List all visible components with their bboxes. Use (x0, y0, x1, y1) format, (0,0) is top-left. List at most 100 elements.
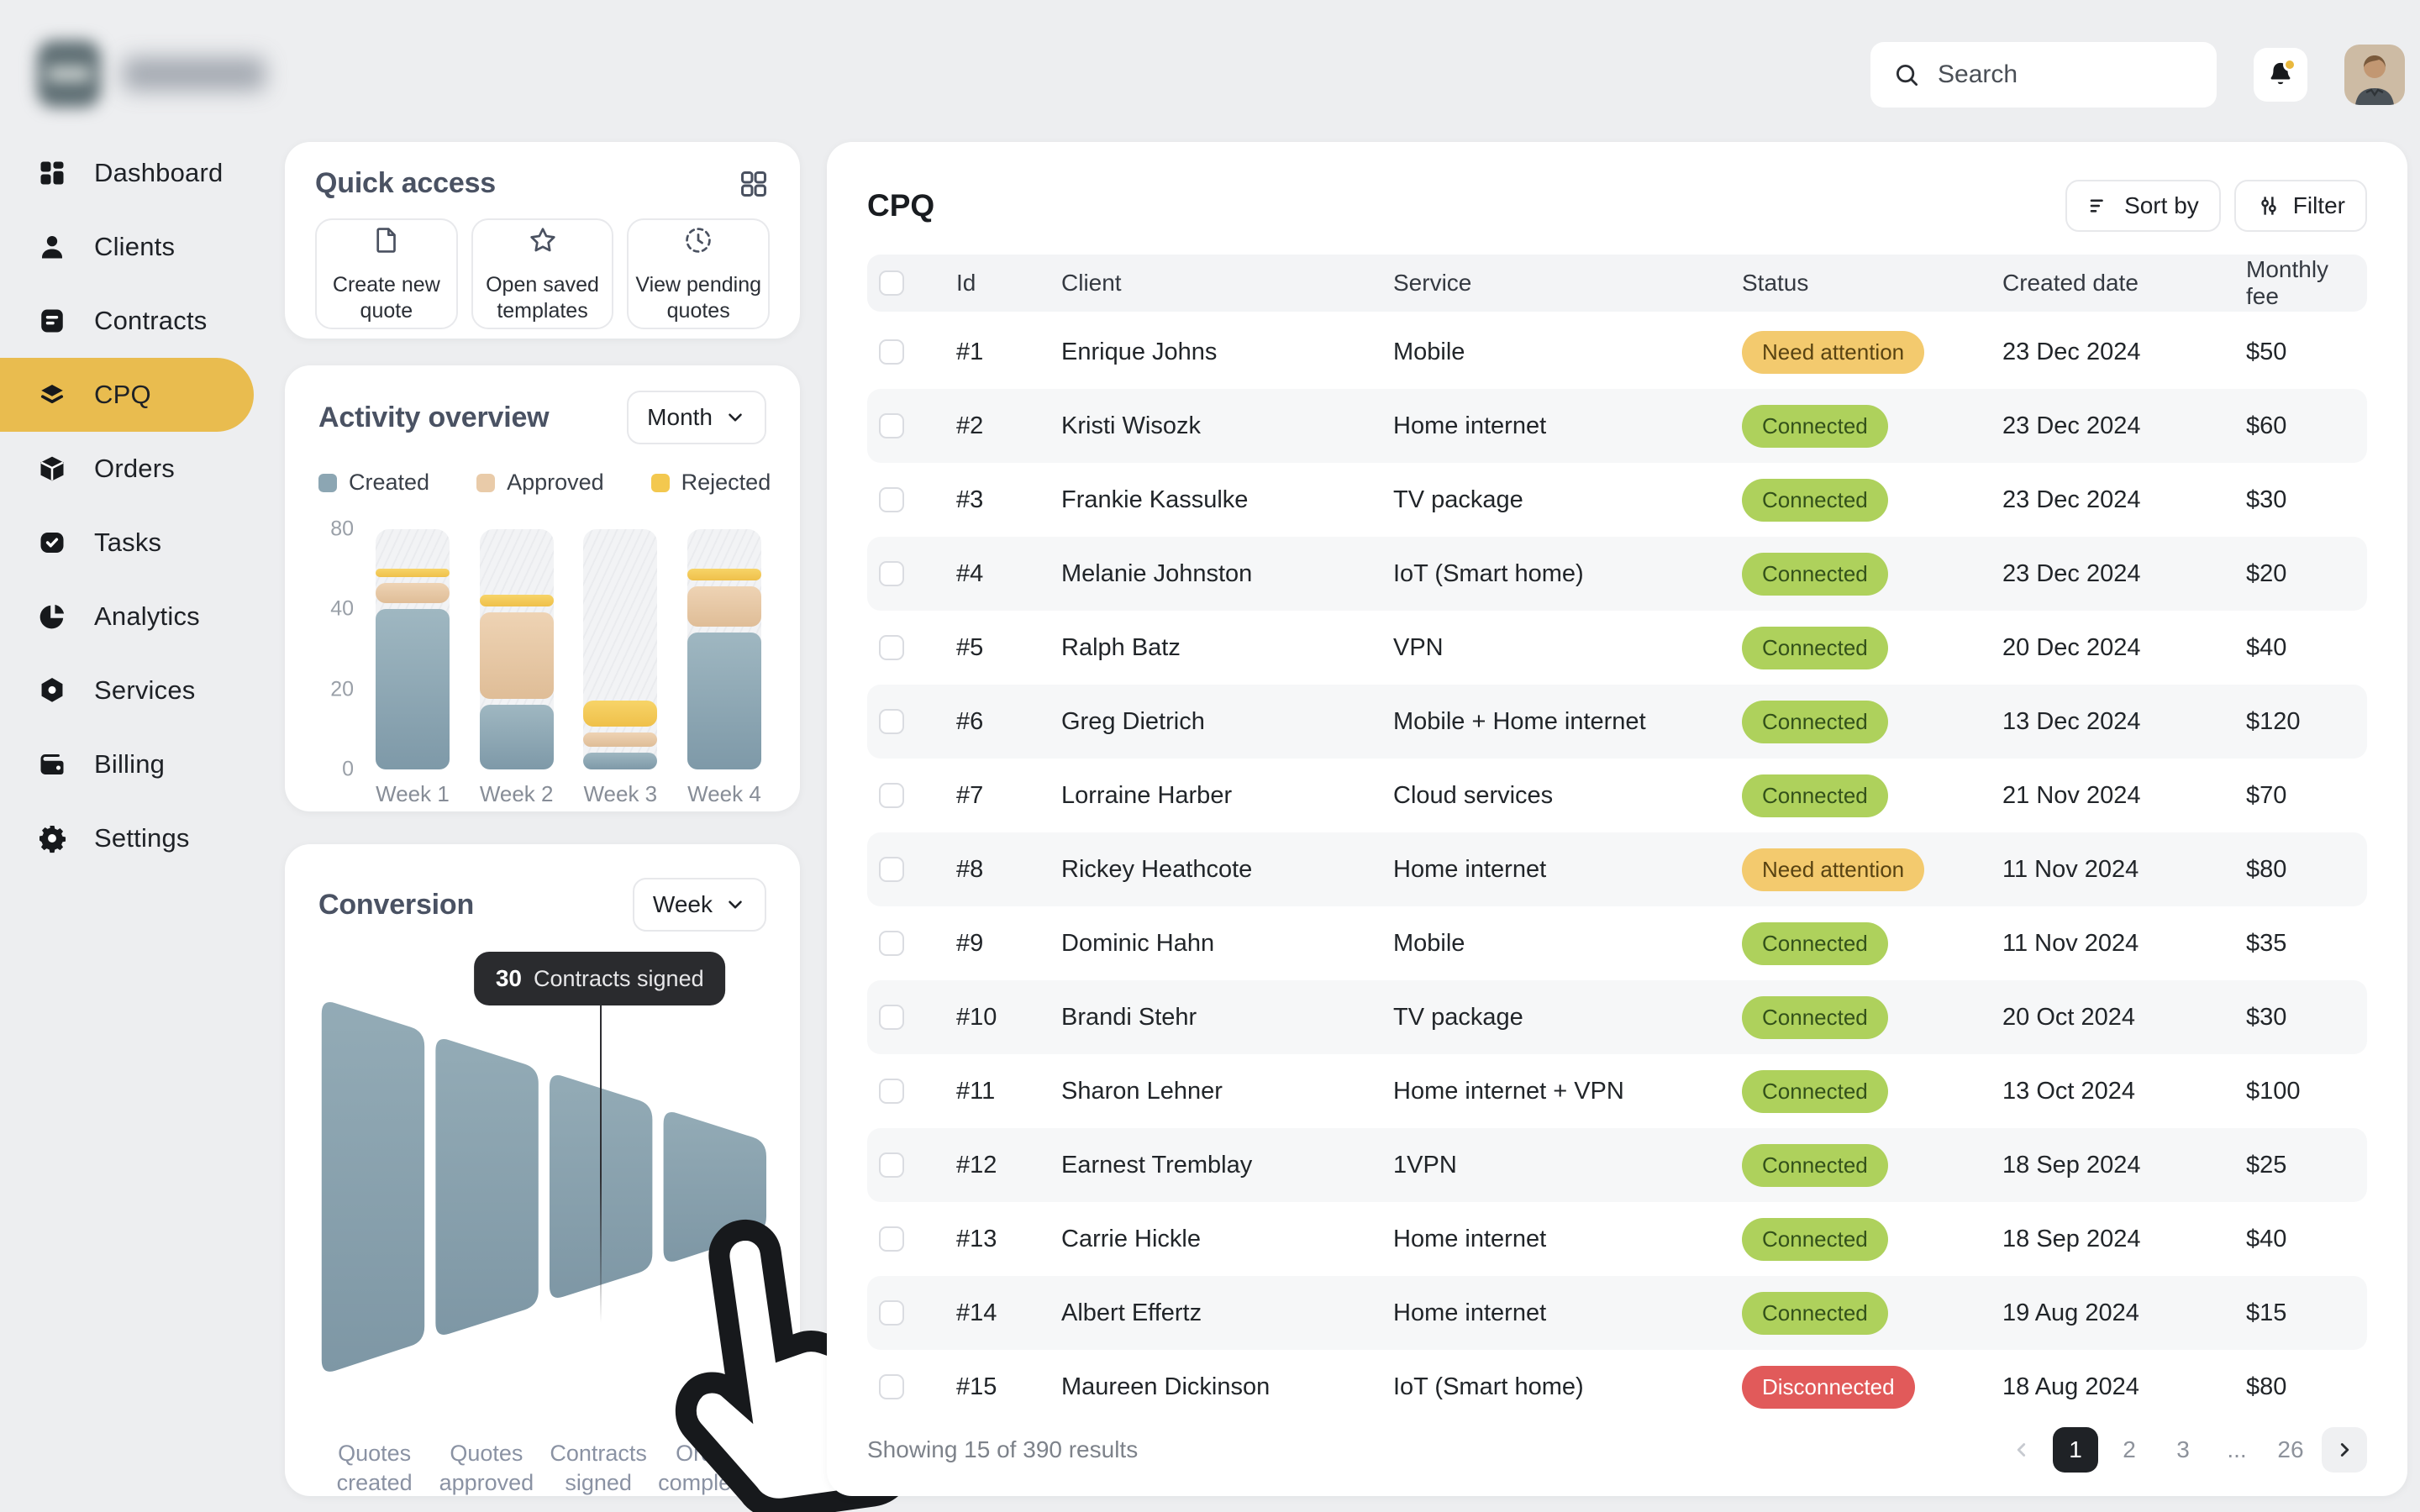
funnel-stage-quotes-created[interactable] (321, 1002, 425, 1372)
table-row[interactable]: #5 Ralph Batz VPN Connected 20 Dec 2024 $40 (867, 611, 2367, 685)
table-row[interactable]: #2 Kristi Wisozk Home internet Connected 23 … (867, 389, 2367, 463)
pagination-page-3[interactable]: 3 (2160, 1427, 2206, 1473)
filter-button[interactable]: Filter (2233, 180, 2367, 232)
table-row[interactable]: #3 Frankie Kassulke TV package Connected 23 … (867, 463, 2367, 537)
conversion-period-select[interactable]: Week (632, 878, 766, 932)
row-checkbox[interactable] (879, 709, 904, 734)
quick-access-card: Quick access Create new quote Open saved … (285, 142, 800, 339)
row-checkbox[interactable] (879, 1005, 904, 1030)
activity-period-select[interactable]: Month (627, 391, 766, 444)
table-row[interactable]: #12 Earnest Tremblay 1VPN Connected 18 Sep 2… (867, 1128, 2367, 1202)
quick-access-actions: Create new quote Open saved templates View… (315, 218, 771, 329)
quick-action-view-pending-quotes[interactable]: View pending quotes (627, 218, 771, 329)
table-row[interactable]: #6 Greg Dietrich Mobile + Home internet Con… (867, 685, 2367, 759)
table-row[interactable]: #11 Sharon Lehner Home internet + VPN Conne… (867, 1054, 2367, 1128)
cell-monthly-fee: $30 (2246, 1003, 2287, 1031)
row-checkbox[interactable] (879, 1152, 904, 1178)
sidebar-item-tasks[interactable]: Tasks (0, 506, 254, 580)
cell-status: Need attention (1742, 330, 2002, 374)
sidebar-item-billing[interactable]: Billing (0, 727, 254, 801)
cell-client: Lorraine Harber (1061, 781, 1233, 809)
row-checkbox[interactable] (879, 1300, 904, 1326)
legend-label: Rejected (681, 470, 771, 495)
sort-button[interactable]: Sort by (2065, 180, 2221, 232)
cell-created-date: 18 Aug 2024 (2002, 1373, 2139, 1400)
sidebar-item-clients[interactable]: Clients (0, 210, 254, 284)
table-row[interactable]: #15 Maureen Dickinson IoT (Smart home) Disc… (867, 1350, 2367, 1424)
activity-y-axis: 80 40 20 0 (318, 517, 357, 781)
row-checkbox[interactable] (879, 1079, 904, 1104)
cell-id: #5 (956, 633, 984, 661)
bar-segment-created[interactable] (479, 705, 554, 769)
table-row[interactable]: #10 Brandi Stehr TV package Connected 20 Oct… (867, 980, 2367, 1054)
bar-segment-created[interactable] (687, 633, 761, 769)
bar-segment-approved[interactable] (479, 612, 554, 699)
table-row[interactable]: #14 Albert Effertz Home internet Connected 1… (867, 1276, 2367, 1350)
table-row[interactable]: #9 Dominic Hahn Mobile Connected 11 Nov 2024… (867, 906, 2367, 980)
cell-created-date: 18 Sep 2024 (2002, 1151, 2141, 1179)
notifications-button[interactable] (2254, 48, 2307, 102)
pagination-prev-button[interactable] (1999, 1427, 2044, 1473)
funnel-stage-quotes-approved[interactable] (435, 1039, 539, 1335)
bar-segment-created[interactable] (376, 609, 450, 769)
cell-monthly-fee: $40 (2246, 1225, 2287, 1252)
row-checkbox[interactable] (879, 1226, 904, 1252)
pagination-page-2[interactable]: 2 (2107, 1427, 2152, 1473)
quick-action-create-new-quote[interactable]: Create new quote (315, 218, 458, 329)
sidebar-item-contracts[interactable]: Contracts (0, 284, 254, 358)
cell-client: Melanie Johnston (1061, 559, 1253, 587)
status-badge: Connected (1742, 626, 1888, 669)
avatar-image (2344, 45, 2405, 105)
bar-segment-approved[interactable] (583, 732, 658, 747)
table-row[interactable]: #1 Enrique Johns Mobile Need attention 23 De… (867, 315, 2367, 389)
table-row[interactable]: #4 Melanie Johnston IoT (Smart home) Connec… (867, 537, 2367, 611)
cell-client: Kristi Wisozk (1061, 412, 1201, 439)
search-input[interactable] (1936, 60, 2195, 90)
bar-segment-rejected[interactable] (479, 595, 554, 606)
bar-segment-rejected[interactable] (376, 569, 450, 577)
pagination-page-26[interactable]: 26 (2268, 1427, 2313, 1473)
row-checkbox[interactable] (879, 783, 904, 808)
bar-segment-rejected[interactable] (687, 569, 761, 580)
row-checkbox[interactable] (879, 857, 904, 882)
row-checkbox[interactable] (879, 635, 904, 660)
sidebar-item-settings[interactable]: Settings (0, 801, 254, 875)
row-checkbox[interactable] (879, 413, 904, 438)
conversion-funnel: 30 Contracts signed (318, 952, 916, 1512)
bar-segment-approved[interactable] (376, 583, 450, 603)
cell-status: Need attention (1742, 848, 2002, 891)
bar-segment-approved[interactable] (687, 586, 761, 627)
row-checkbox[interactable] (879, 1374, 904, 1399)
sidebar-item-label: CPQ (94, 380, 151, 409)
cpq-table-card: CPQ Sort by Filter Id Client Service Status… (827, 142, 2407, 1496)
bar-segment-created[interactable] (583, 753, 658, 769)
select-all-checkbox[interactable] (879, 270, 904, 296)
row-checkbox[interactable] (879, 339, 904, 365)
pagination-next-button[interactable] (2322, 1427, 2367, 1473)
row-checkbox[interactable] (879, 931, 904, 956)
quick-action-open-saved-templates[interactable]: Open saved templates (471, 218, 614, 329)
pagination-page-1[interactable]: 1 (2053, 1427, 2098, 1473)
sidebar-item-services[interactable]: Services (0, 654, 254, 727)
bar-track (583, 529, 658, 769)
bar-segment-rejected[interactable] (583, 701, 658, 727)
cell-created-date: 20 Dec 2024 (2002, 633, 2141, 661)
table-row[interactable]: #13 Carrie Hickle Home internet Connected 18… (867, 1202, 2367, 1276)
cell-id: #1 (956, 338, 984, 365)
search-bar[interactable] (1870, 42, 2217, 108)
bar-column-week-4: Week 4 (687, 529, 761, 807)
sidebar-item-dashboard[interactable]: Dashboard (0, 136, 254, 210)
conversion-title: Conversion (318, 888, 475, 921)
sidebar-item-cpq[interactable]: CPQ (0, 358, 254, 432)
row-checkbox[interactable] (879, 561, 904, 586)
table-row[interactable]: #7 Lorraine Harber Cloud services Connected… (867, 759, 2367, 832)
sidebar-item-orders[interactable]: Orders (0, 432, 254, 506)
activity-period-value: Month (647, 404, 713, 430)
row-checkbox[interactable] (879, 487, 904, 512)
sidebar-item-analytics[interactable]: Analytics (0, 580, 254, 654)
sidebar-item-label: Billing (94, 749, 166, 779)
user-avatar[interactable] (2344, 45, 2405, 105)
table-row[interactable]: #8 Rickey Heathcote Home internet Need atte… (867, 832, 2367, 906)
apps-grid-icon[interactable] (738, 168, 770, 200)
legend-label: Created (349, 470, 430, 495)
